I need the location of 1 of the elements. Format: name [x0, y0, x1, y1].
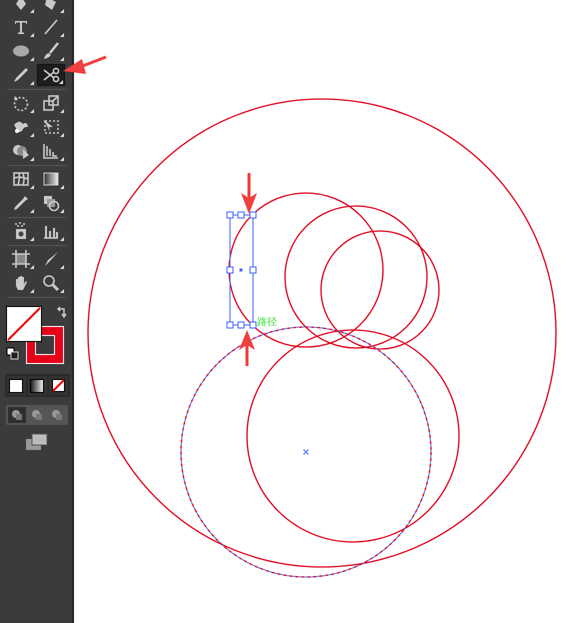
- anchor-label: 路径: [257, 317, 277, 328]
